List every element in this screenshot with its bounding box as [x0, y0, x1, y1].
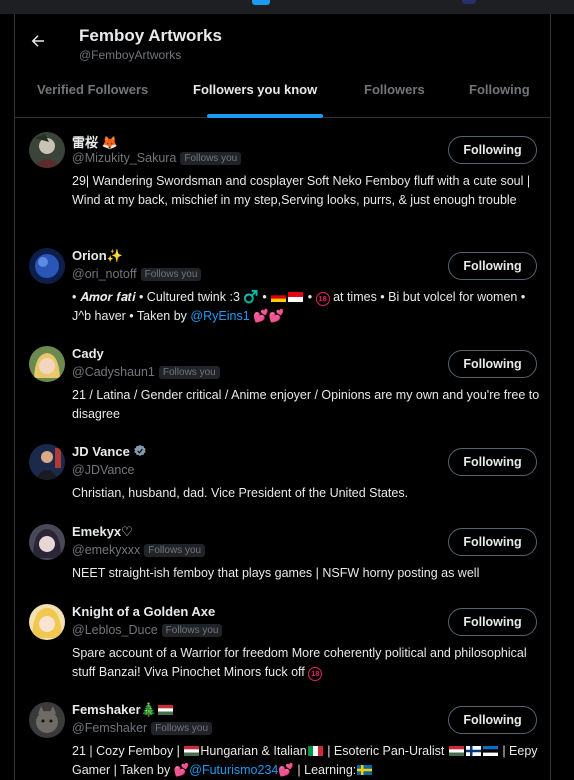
avatar[interactable]	[29, 604, 65, 640]
user-handle[interactable]: @Cadyshaun1	[72, 365, 155, 379]
user-handle[interactable]: @Femshaker	[72, 721, 147, 735]
mention-link[interactable]: @RyEins1	[190, 309, 249, 323]
user-handle-line: @emekyxxx Follows you	[72, 543, 206, 557]
user-row[interactable]: JD Vance @JDVance Following Christian, h…	[15, 438, 550, 512]
user-row[interactable]: Emekyx♡ @emekyxxx Follows you Following N…	[15, 518, 550, 592]
user-bio: • 𝑨𝒎𝒐𝒓 𝒇𝒂𝒕𝒊 • Cultured twink :3 ♂️ • • 1…	[72, 288, 542, 325]
user-bio: Christian, husband, dad. Vice President …	[72, 486, 409, 500]
user-handle[interactable]: @Mizukity_Sakura	[72, 151, 176, 165]
user-handle[interactable]: @ori_notoff	[72, 267, 137, 281]
user-bio: NEET straight-ish femboy that plays game…	[72, 566, 480, 580]
tab-bar: Verified Followers Followers you know Fo…	[15, 76, 550, 118]
estonia-flag-icon	[482, 743, 498, 756]
follows-you-badge: Follows you	[151, 722, 213, 735]
user-name[interactable]: Cady	[72, 346, 104, 361]
adult-18-icon: 18	[315, 292, 330, 306]
avatar[interactable]	[29, 524, 65, 560]
bio-text: 21 | Cozy Femboy |	[72, 744, 184, 758]
bio-text: | Esoteric Pan-Uralist	[323, 744, 448, 758]
bio-text: 💕 | Learning:	[278, 762, 357, 777]
avatar[interactable]	[29, 346, 65, 382]
bio-text: Hungarian & Italian	[200, 744, 307, 758]
bio-text: • 𝑨𝒎𝒐𝒓 𝒇𝒂𝒕𝒊 • Cultured twink :3 ♂️ •	[72, 290, 271, 304]
page-title: Femboy Artworks	[79, 26, 222, 45]
verified-badge-icon	[133, 444, 147, 461]
user-name[interactable]: Emekyx♡	[72, 524, 133, 540]
avatar[interactable]	[29, 444, 65, 480]
following-button[interactable]: Following	[448, 528, 537, 556]
user-row[interactable]: Knight of a Golden Axe @Leblos_Duce Follo…	[15, 598, 550, 690]
tab-indicator	[252, 0, 270, 5]
hungary-flag-icon	[157, 703, 173, 715]
following-button[interactable]: Following	[448, 608, 537, 636]
following-button[interactable]: Following	[448, 136, 537, 164]
user-name-line[interactable]: JD Vance	[72, 444, 147, 461]
page-handle: @FemboyArtworks	[79, 48, 182, 62]
user-name[interactable]: 雷桜 🦊	[72, 132, 118, 151]
browser-top-strip	[0, 0, 574, 14]
user-handle[interactable]: @Leblos_Duce	[72, 623, 158, 637]
user-handle[interactable]: @JDVance	[72, 463, 134, 477]
tab-indicator-secondary	[462, 0, 476, 4]
tab-followers[interactable]: Followers	[364, 82, 425, 97]
user-bio: 21 | Cozy Femboy | Hungarian & Italian |…	[72, 742, 542, 779]
avatar[interactable]	[29, 248, 65, 284]
user-bio: 29| Wandering Swordsman and cosplayer So…	[72, 174, 531, 207]
user-handle-line: @ori_notoff Follows you	[72, 267, 202, 281]
user-handle-line: @Femshaker Follows you	[72, 721, 213, 735]
following-button[interactable]: Following	[448, 350, 537, 378]
user-handle-line: @JDVance	[72, 463, 134, 477]
indonesia-flag-icon	[288, 289, 304, 302]
user-name: JD Vance	[72, 444, 130, 459]
avatar[interactable]	[29, 132, 65, 168]
bio-text: 💕💕	[249, 308, 285, 323]
user-name-line[interactable]: Femshaker🎄	[72, 702, 174, 718]
user-row[interactable]: Femshaker🎄 @Femshaker Follows you Followi…	[15, 696, 550, 780]
follows-you-badge: Follows you	[180, 152, 242, 165]
following-button[interactable]: Following	[448, 252, 537, 280]
active-tab-indicator	[207, 114, 323, 118]
follows-you-badge: Follows you	[140, 268, 202, 281]
italy-flag-icon	[307, 743, 323, 756]
bio-text: •	[304, 290, 316, 304]
finland-flag-icon	[465, 743, 481, 756]
user-bio: Spare account of a Warrior for freedom M…	[72, 644, 542, 681]
main-panel: Femboy Artworks @FemboyArtworks Verified…	[14, 14, 551, 780]
tab-following[interactable]: Following	[469, 82, 530, 97]
adult-18-icon: 18	[308, 666, 323, 681]
user-bio: 21 / Latina / Gender critical / Anime en…	[72, 388, 540, 421]
user-handle-line: @Cadyshaun1 Follows you	[72, 365, 220, 379]
back-arrow-icon[interactable]	[29, 32, 47, 50]
user-name: Femshaker🎄	[72, 702, 157, 717]
sweden-flag-icon	[357, 762, 373, 775]
follows-you-badge: Follows you	[161, 624, 223, 637]
following-button[interactable]: Following	[448, 706, 537, 734]
bio-text: Spare account of a Warrior for freedom M…	[72, 646, 527, 679]
hungary-flag-icon	[184, 743, 200, 756]
follows-you-badge: Follows you	[158, 366, 220, 379]
user-row[interactable]: Cady @Cadyshaun1 Follows you Following 21…	[15, 340, 550, 432]
tab-verified-followers[interactable]: Verified Followers	[37, 82, 148, 97]
hungary-flag-icon	[448, 743, 464, 756]
user-handle-line: @Mizukity_Sakura Follows you	[72, 151, 242, 165]
germany-flag-icon	[271, 289, 287, 302]
following-button[interactable]: Following	[448, 448, 537, 476]
user-name[interactable]: Knight of a Golden Axe	[72, 604, 215, 619]
user-row[interactable]: Orion✨ @ori_notoff Follows you Following …	[15, 242, 550, 334]
tab-followers-you-know[interactable]: Followers you know	[193, 82, 317, 97]
user-handle-line: @Leblos_Duce Follows you	[72, 623, 223, 637]
user-handle[interactable]: @emekyxxx	[72, 543, 140, 557]
follows-you-badge: Follows you	[144, 544, 206, 557]
avatar[interactable]	[29, 702, 65, 738]
user-name[interactable]: Orion✨	[72, 248, 123, 264]
mention-link[interactable]: @Futurismo234	[189, 763, 278, 777]
user-row[interactable]: 雷桜 🦊 @Mizukity_Sakura Follows you Followi…	[15, 126, 550, 236]
